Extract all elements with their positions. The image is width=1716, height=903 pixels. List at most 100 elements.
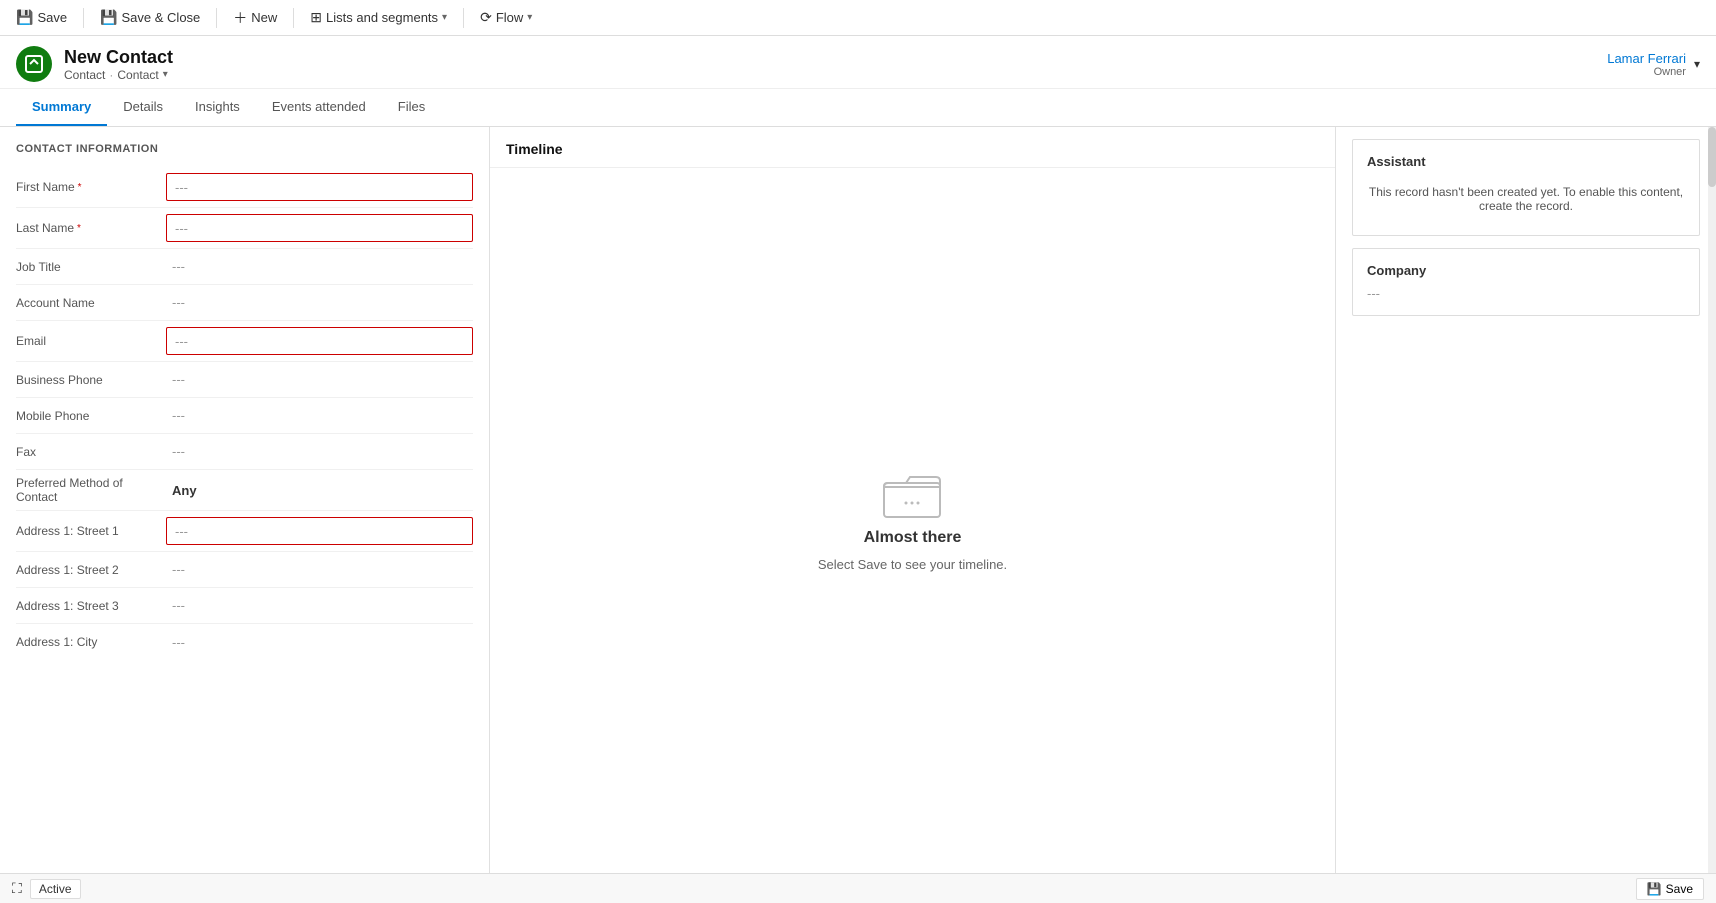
last-name-field-wrapper: ---	[166, 214, 473, 242]
status-left: ⛶ Active	[12, 879, 81, 899]
label-preferred-contact: Preferred Method of Contact	[16, 476, 166, 504]
breadcrumb-item-1[interactable]: Contact	[64, 68, 105, 82]
label-last-name: Last Name *	[16, 221, 166, 235]
label-job-title: Job Title	[16, 260, 166, 274]
value-business-phone[interactable]: ---	[166, 368, 473, 391]
page-title: New Contact	[64, 47, 173, 68]
page-header-left: New Contact Contact · Contact ▾	[16, 46, 173, 82]
value-job-title[interactable]: ---	[166, 255, 473, 278]
value-account-name[interactable]: ---	[166, 291, 473, 314]
tab-files[interactable]: Files	[382, 89, 441, 126]
breadcrumb: Contact · Contact ▾	[64, 68, 173, 82]
left-panel: CONTACT INFORMATION First Name * --- Las…	[0, 127, 490, 873]
value-preferred-contact[interactable]: Any	[166, 479, 473, 502]
middle-panel: Timeline Almost there Select Save to see…	[490, 127, 1336, 873]
label-business-phone: Business Phone	[16, 373, 166, 387]
tab-details[interactable]: Details	[107, 89, 179, 126]
address-street1-field-wrapper: ---	[166, 517, 473, 545]
owner-label: Owner	[1607, 66, 1686, 78]
toolbar-divider-4	[463, 8, 464, 28]
field-row-business-phone: Business Phone ---	[16, 362, 473, 398]
label-first-name: First Name *	[16, 180, 166, 194]
tab-summary[interactable]: Summary	[16, 89, 107, 126]
lists-segments-button[interactable]: ⊞ Lists and segments ▾	[302, 5, 455, 30]
header-chevron-icon[interactable]: ▾	[1694, 57, 1700, 71]
new-button[interactable]: ＋ New	[225, 4, 285, 32]
status-bar: ⛶ Active 💾 Save	[0, 873, 1716, 903]
save-bottom-icon: 💾	[1647, 882, 1662, 896]
scrollbar-track[interactable]	[1708, 127, 1716, 873]
field-row-mobile-phone: Mobile Phone ---	[16, 398, 473, 434]
expand-icon[interactable]: ⛶	[12, 880, 22, 897]
field-row-email: Email ---	[16, 321, 473, 362]
save-button[interactable]: 💾 Save	[8, 5, 75, 30]
label-email: Email	[16, 334, 166, 348]
label-address-street1: Address 1: Street 1	[16, 524, 166, 538]
email-field[interactable]: ---	[166, 327, 473, 355]
field-row-address-street1: Address 1: Street 1 ---	[16, 511, 473, 552]
field-row-address-street2: Address 1: Street 2 ---	[16, 552, 473, 588]
label-address-street2: Address 1: Street 2	[16, 563, 166, 577]
owner-info: Lamar Ferrari Owner	[1607, 51, 1686, 78]
assistant-message: This record hasn't been created yet. To …	[1367, 177, 1685, 221]
main-content: CONTACT INFORMATION First Name * --- Las…	[0, 127, 1716, 873]
field-row-job-title: Job Title ---	[16, 249, 473, 285]
toolbar: 💾 Save 💾 Save & Close ＋ New ⊞ Lists and …	[0, 0, 1716, 36]
flow-button[interactable]: ⟳ Flow ▾	[472, 5, 540, 30]
save-icon: 💾	[16, 9, 33, 26]
folder-icon	[882, 469, 942, 519]
toolbar-divider-3	[293, 8, 294, 28]
timeline-empty-state: Almost there Select Save to see your tim…	[818, 469, 1007, 572]
timeline-header: Timeline	[490, 127, 1335, 168]
app-icon	[16, 46, 52, 82]
toolbar-divider-1	[83, 8, 84, 28]
tabs: Summary Details Insights Events attended…	[0, 89, 1716, 127]
value-address-street3[interactable]: ---	[166, 594, 473, 617]
label-mobile-phone: Mobile Phone	[16, 409, 166, 423]
page-header: New Contact Contact · Contact ▾ Lamar Fe…	[0, 36, 1716, 89]
save-close-button[interactable]: 💾 Save & Close	[92, 5, 208, 30]
address-street1-field[interactable]: ---	[166, 517, 473, 545]
breadcrumb-chevron-icon[interactable]: ▾	[163, 69, 168, 80]
label-address-city: Address 1: City	[16, 635, 166, 649]
field-row-address-street3: Address 1: Street 3 ---	[16, 588, 473, 624]
field-row-first-name: First Name * ---	[16, 167, 473, 208]
field-row-account-name: Account Name ---	[16, 285, 473, 321]
scrollbar-thumb[interactable]	[1708, 127, 1716, 187]
first-name-field-wrapper: ---	[166, 173, 473, 201]
first-name-field[interactable]: ---	[166, 173, 473, 201]
timeline-body: Almost there Select Save to see your tim…	[490, 168, 1335, 873]
field-row-fax: Fax ---	[16, 434, 473, 470]
lists-icon: ⊞	[310, 9, 322, 26]
field-row-preferred-contact: Preferred Method of Contact Any	[16, 470, 473, 511]
flow-chevron-icon: ▾	[527, 12, 532, 23]
new-icon: ＋	[233, 8, 247, 28]
label-fax: Fax	[16, 445, 166, 459]
last-name-field[interactable]: ---	[166, 214, 473, 242]
company-value[interactable]: ---	[1367, 286, 1685, 301]
required-star-first-name: *	[78, 182, 82, 193]
label-account-name: Account Name	[16, 296, 166, 310]
field-row-address-city: Address 1: City ---	[16, 624, 473, 660]
value-mobile-phone[interactable]: ---	[166, 404, 473, 427]
save-close-icon: 💾	[100, 9, 117, 26]
value-address-city[interactable]: ---	[166, 631, 473, 654]
company-title: Company	[1367, 263, 1685, 278]
save-bottom-button[interactable]: 💾 Save	[1636, 878, 1704, 900]
value-address-street2[interactable]: ---	[166, 558, 473, 581]
field-row-last-name: Last Name * ---	[16, 208, 473, 249]
right-panel: Assistant This record hasn't been create…	[1336, 127, 1716, 873]
owner-name[interactable]: Lamar Ferrari	[1607, 51, 1686, 66]
tab-insights[interactable]: Insights	[179, 89, 256, 126]
assistant-card: Assistant This record hasn't been create…	[1352, 139, 1700, 236]
toolbar-divider-2	[216, 8, 217, 28]
tab-events-attended[interactable]: Events attended	[256, 89, 382, 126]
email-field-wrapper: ---	[166, 327, 473, 355]
breadcrumb-item-2[interactable]: Contact	[117, 68, 158, 82]
status-badge: Active	[30, 879, 81, 899]
required-star-last-name: *	[77, 223, 81, 234]
assistant-title: Assistant	[1367, 154, 1685, 169]
value-fax[interactable]: ---	[166, 440, 473, 463]
page-header-right: Lamar Ferrari Owner ▾	[1607, 51, 1700, 78]
page-title-area: New Contact Contact · Contact ▾	[64, 47, 173, 82]
